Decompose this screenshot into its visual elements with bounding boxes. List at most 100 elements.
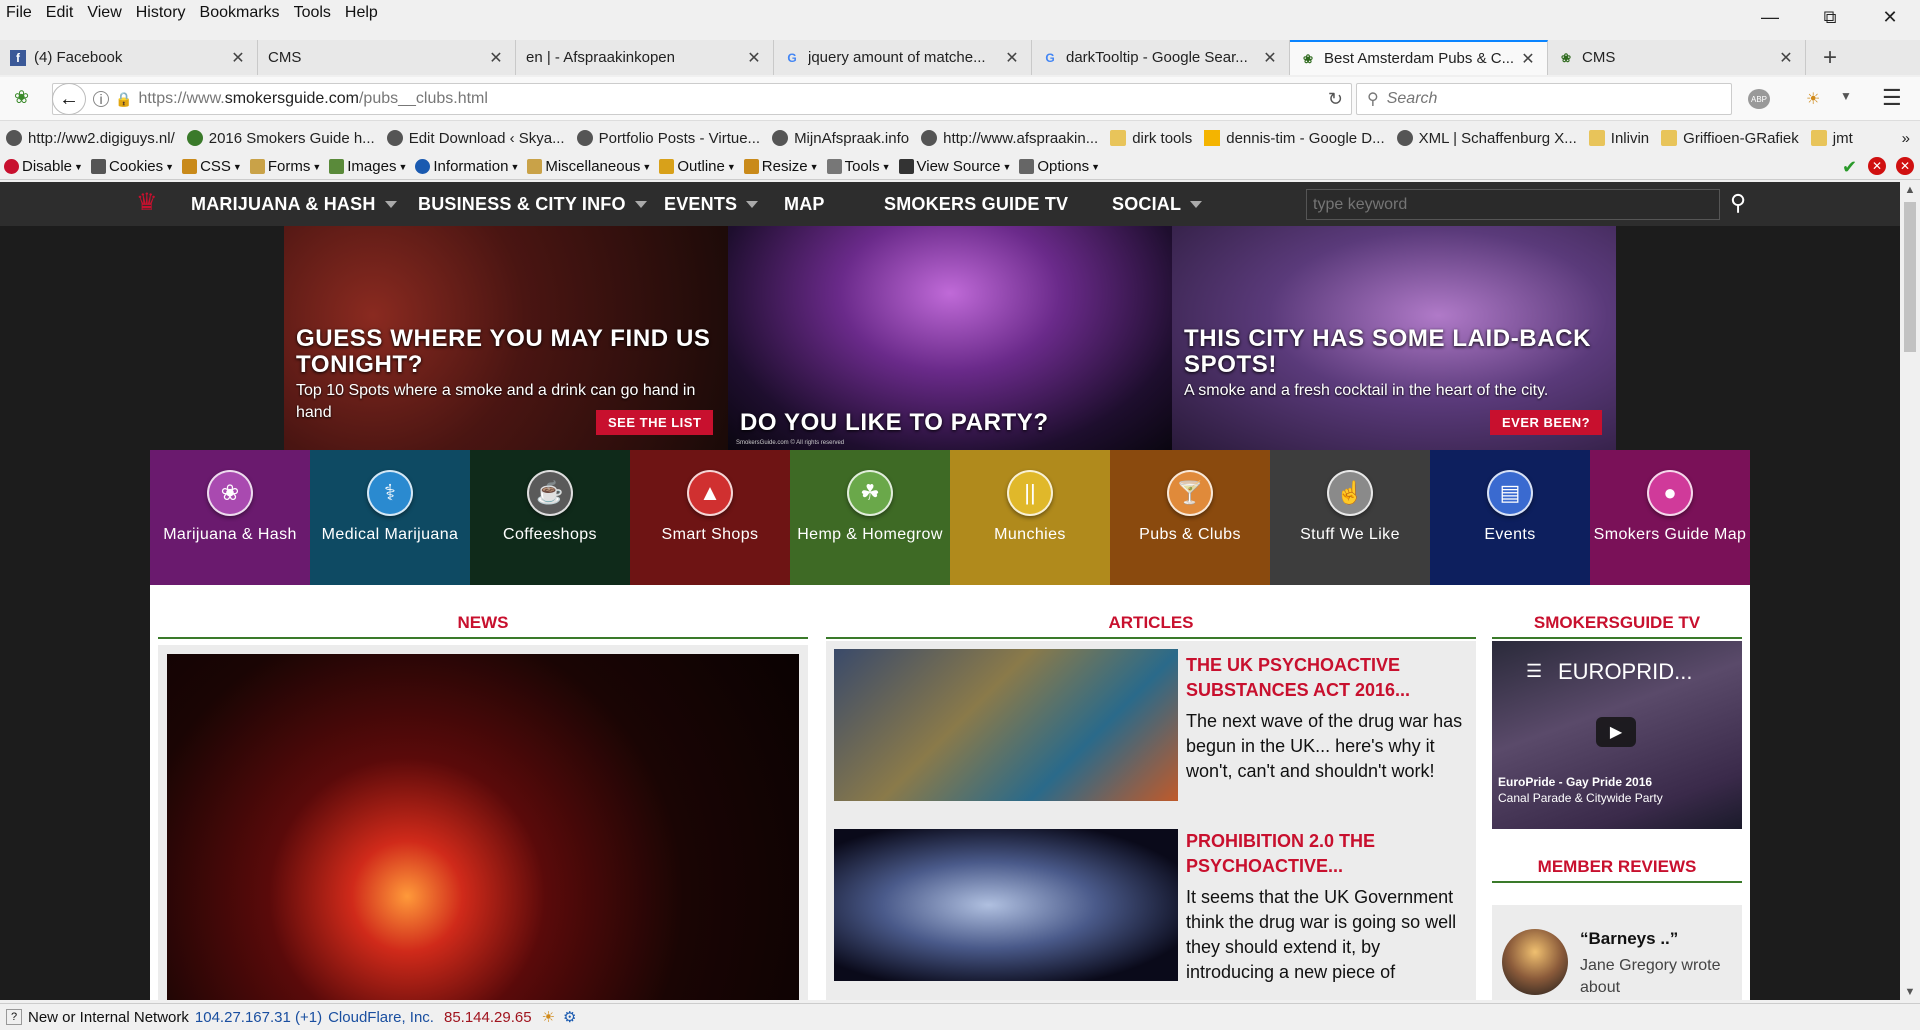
bookmark-item[interactable]: 2016 Smokers Guide h... <box>186 130 375 147</box>
bookmark-folder[interactable]: dirk tools <box>1110 130 1192 147</box>
wd-resize[interactable]: Resize ▼ <box>743 158 819 175</box>
bookmark-item[interactable]: Portfolio Posts - Virtue... <box>576 130 760 147</box>
browser-search-box[interactable]: ⚲ <box>1356 83 1732 115</box>
menu-dropdown-icon[interactable]: ▼ <box>1840 89 1852 103</box>
play-button[interactable]: ▶ <box>1596 717 1636 747</box>
wd-css[interactable]: CSS ▼ <box>182 158 242 175</box>
search-icon[interactable]: ⚲ <box>1730 190 1746 216</box>
category-marijuana-hash[interactable]: ❀ Marijuana & Hash <box>150 450 310 585</box>
tab-cms[interactable]: CMS ✕ <box>258 40 516 75</box>
error-icon[interactable]: ✕ <box>1896 157 1914 175</box>
close-window-icon[interactable]: ✕ <box>1860 0 1920 34</box>
nav-smokers-guide-tv[interactable]: SMOKERS GUIDE TV <box>884 182 1068 226</box>
restore-icon[interactable]: ⧉ <box>1800 0 1860 34</box>
bookmark-folder[interactable]: Inlivin <box>1588 130 1649 147</box>
smokersguide-logo-icon[interactable]: ♛ <box>136 188 180 220</box>
nav-events[interactable]: EVENTS <box>664 182 759 226</box>
bookmark-folder[interactable]: jmt <box>1810 130 1853 147</box>
menu-help[interactable]: Help <box>345 4 378 22</box>
error-icon[interactable]: ✕ <box>1868 157 1886 175</box>
menu-edit[interactable]: Edit <box>46 4 74 22</box>
close-tab-icon[interactable]: ✕ <box>229 48 247 68</box>
bookmark-item[interactable]: MijnAfspraak.info <box>772 130 909 147</box>
category-smokers-guide-map[interactable]: ● Smokers Guide Map <box>1590 450 1750 585</box>
nav-map[interactable]: MAP <box>784 182 825 226</box>
bookmark-item[interactable]: http://www.afspraakin... <box>921 130 1098 147</box>
browser-search-input[interactable] <box>1386 90 1687 108</box>
bookmark-item[interactable]: http://ww2.digiguys.nl/ <box>6 130 175 147</box>
review-card[interactable]: “Barneys ..” Jane Gregory wrote about <box>1492 905 1742 1000</box>
wd-miscellaneous[interactable]: Miscellaneous ▼ <box>527 158 651 175</box>
category-medical-marijuana[interactable]: ⚕ Medical Marijuana <box>310 450 470 585</box>
menu-tools[interactable]: Tools <box>294 4 331 22</box>
nav-marijuana-hash[interactable]: MARIJUANA & HASH <box>191 182 397 226</box>
wd-options[interactable]: Options ▼ <box>1019 158 1100 175</box>
hero-panel-laid-back[interactable]: THIS CITY HAS SOME LAID-BACK SPOTS! A sm… <box>1172 226 1616 450</box>
video-player[interactable]: ☰ EUROPRID... ▶ EuroPride - Gay Pride 20… <box>1492 641 1742 829</box>
hero-panel-pubs[interactable]: GUESS WHERE YOU MAY FIND US TONIGHT? Top… <box>284 226 728 450</box>
menu-bookmarks[interactable]: Bookmarks <box>200 4 280 22</box>
article-card[interactable]: PROHIBITION 2.0 THE PSYCHOACTIVE... It s… <box>826 821 1476 1000</box>
nav-business-city-info[interactable]: BUSINESS & CITY INFO <box>418 182 647 226</box>
tab-facebook[interactable]: f (4) Facebook ✕ <box>0 40 258 75</box>
see-the-list-button[interactable]: SEE THE LIST <box>596 410 714 435</box>
category-events[interactable]: ▤ Events <box>1430 450 1590 585</box>
url-bar[interactable]: i 🔒 https://www.smokersguide.com/pubs__c… <box>52 83 1352 115</box>
category-coffeeshops[interactable]: ☕ Coffeeshops <box>470 450 630 585</box>
adblock-icon[interactable]: ABP <box>1748 89 1770 109</box>
tab-darktooltip[interactable]: G darkTooltip - Google Sear... ✕ <box>1032 40 1290 75</box>
bookmark-folder[interactable]: Griffioen-GRafiek <box>1661 130 1799 147</box>
nav-social[interactable]: SOCIAL <box>1112 182 1203 226</box>
menu-history[interactable]: History <box>136 4 186 22</box>
reload-icon[interactable]: ↻ <box>1328 89 1343 110</box>
wd-tools[interactable]: Tools ▼ <box>826 158 891 175</box>
extension-icon[interactable]: ☀ <box>1806 89 1820 109</box>
host-name[interactable]: CloudFlare, Inc. <box>328 1009 434 1026</box>
bookmark-item[interactable]: Edit Download ‹ Skya... <box>386 130 565 147</box>
wd-forms[interactable]: Forms ▼ <box>249 158 321 175</box>
new-tab-button[interactable]: + <box>1806 40 1854 75</box>
tab-jquery[interactable]: G jquery amount of matche... ✕ <box>774 40 1032 75</box>
tab-cms-2[interactable]: ❀ CMS ✕ <box>1548 40 1806 75</box>
hero-panel-party[interactable]: DO YOU LIKE TO PARTY? SmokersGuide.com ©… <box>728 226 1172 450</box>
close-tab-icon[interactable]: ✕ <box>1777 48 1795 68</box>
back-button[interactable]: ← <box>52 83 86 115</box>
article-title[interactable]: PROHIBITION 2.0 THE PSYCHOACTIVE... <box>1186 829 1466 879</box>
wd-disable[interactable]: Disable ▼ <box>4 158 83 175</box>
close-tab-icon[interactable]: ✕ <box>1519 49 1537 69</box>
category-smart-shops[interactable]: ▲ Smart Shops <box>630 450 790 585</box>
wd-information[interactable]: Information ▼ <box>415 158 519 175</box>
category-hemp-homegrow[interactable]: ☘ Hemp & Homegrow <box>790 450 950 585</box>
category-munchies[interactable]: || Munchies <box>950 450 1110 585</box>
article-title[interactable]: THE UK PSYCHOACTIVE SUBSTANCES ACT 2016.… <box>1186 653 1466 703</box>
wd-outline[interactable]: Outline ▼ <box>659 158 736 175</box>
menu-view[interactable]: View <box>87 4 121 22</box>
check-icon[interactable]: ✔ <box>1842 157 1857 178</box>
ip-address[interactable]: 104.27.167.31 (+1) <box>195 1009 322 1026</box>
scroll-up-arrow-icon[interactable]: ▲ <box>1900 184 1920 196</box>
close-tab-icon[interactable]: ✕ <box>1261 48 1279 68</box>
page-scrollbar[interactable]: ▲ ▼ <box>1900 182 1920 1000</box>
scrollbar-thumb[interactable] <box>1904 202 1916 352</box>
article-card[interactable]: THE UK PSYCHOACTIVE SUBSTANCES ACT 2016.… <box>826 641 1476 821</box>
close-tab-icon[interactable]: ✕ <box>1003 48 1021 68</box>
wd-cookies[interactable]: Cookies ▼ <box>90 158 174 175</box>
ever-been-button[interactable]: EVER BEEN? <box>1490 410 1603 435</box>
category-stuff-we-like[interactable]: ☝ Stuff We Like <box>1270 450 1430 585</box>
news-feature-image[interactable] <box>158 645 808 1000</box>
scroll-down-arrow-icon[interactable]: ▼ <box>1900 986 1920 998</box>
menu-file[interactable]: File <box>6 4 32 22</box>
wd-view-source[interactable]: View Source ▼ <box>898 158 1011 175</box>
close-tab-icon[interactable]: ✕ <box>487 48 505 68</box>
network-monitor-icon[interactable]: ⚙ <box>563 1008 576 1026</box>
extension-status-icon[interactable]: ☀ <box>542 1008 555 1026</box>
bookmark-item[interactable]: dennis-tim - Google D... <box>1204 130 1385 147</box>
info-icon[interactable]: i <box>93 91 109 107</box>
overflow-chevron-icon[interactable]: » <box>1902 130 1910 147</box>
close-tab-icon[interactable]: ✕ <box>745 48 763 68</box>
category-pubs-clubs[interactable]: 🍸 Pubs & Clubs <box>1110 450 1270 585</box>
wd-images[interactable]: Images ▼ <box>329 158 407 175</box>
bookmark-item[interactable]: XML | Schaffenburg X... <box>1396 130 1577 147</box>
site-search-input[interactable] <box>1306 189 1720 220</box>
tab-afspraakinkopen[interactable]: en | - Afspraakinkopen ✕ <box>516 40 774 75</box>
